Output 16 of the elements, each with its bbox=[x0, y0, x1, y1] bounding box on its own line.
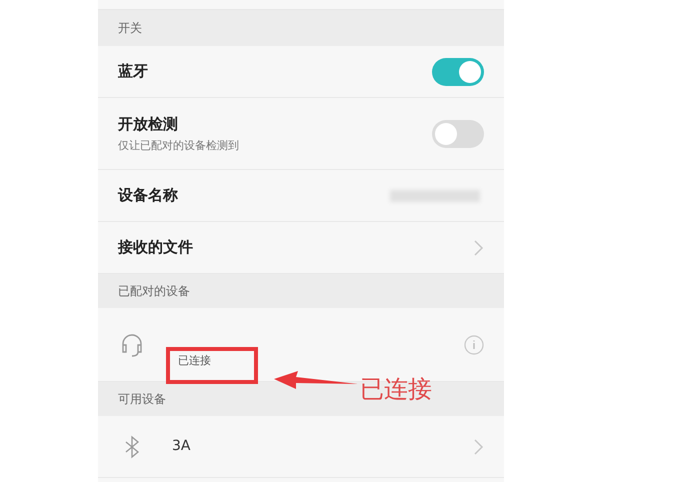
info-icon[interactable] bbox=[464, 334, 484, 354]
chevron-icon[interactable] bbox=[473, 238, 484, 256]
connection-status: 已连接 bbox=[178, 353, 211, 370]
row-label: 接收的文件 bbox=[118, 237, 194, 258]
row-subtitle: 仅让已配对的设备检测到 bbox=[118, 138, 240, 154]
chevron-icon[interactable] bbox=[473, 438, 484, 456]
device-name: 3A bbox=[172, 437, 190, 456]
toggle-switch[interactable] bbox=[432, 120, 484, 148]
section-header: 已配对的设备 bbox=[98, 274, 504, 308]
toggle-switch[interactable] bbox=[432, 58, 484, 86]
section-header: 开关 bbox=[98, 10, 504, 46]
annotation-text: 已连接 bbox=[360, 374, 432, 404]
row-label: 开放检测 bbox=[118, 114, 179, 135]
row-label: 设备名称 bbox=[118, 185, 179, 206]
arrow-icon bbox=[274, 368, 358, 392]
row-label: 蓝牙 bbox=[118, 61, 149, 82]
